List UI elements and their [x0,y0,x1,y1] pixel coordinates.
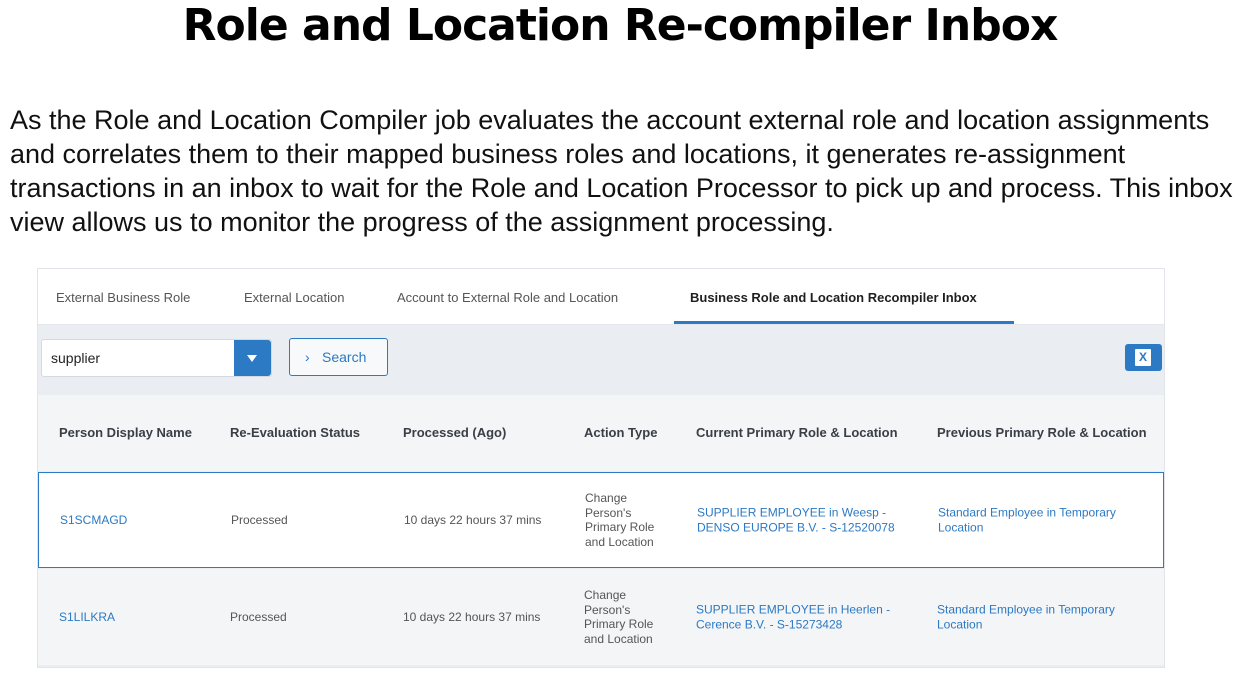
filter-dropdown-button[interactable] [234,340,271,376]
slide-description: As the Role and Location Compiler job ev… [10,105,1233,237]
previous-role-line: Standard Employee in Temporary [938,505,1116,520]
excel-export-icon: X [1135,349,1151,366]
current-role-link[interactable]: SUPPLIER EMPLOYEE in Weesp - DENSO EUROP… [697,506,895,535]
action-type-line: Person's [584,602,631,617]
action-type-line: Person's [585,505,632,520]
search-button[interactable]: › Search [289,338,388,376]
table-row[interactable]: S1LILKRA Processed 10 days 22 hours 37 m… [38,569,1164,665]
tab-external-location[interactable]: External Location [244,269,344,324]
previous-role-line: Location [938,520,984,534]
table-row[interactable]: S1SCMAGD Processed 10 days 22 hours 37 m… [38,472,1164,568]
status-cell: Processed [230,609,287,624]
person-link[interactable]: S1LILKRA [59,610,115,625]
tab-account-to-external-role-and-location[interactable]: Account to External Role and Location [397,269,618,324]
action-type-line: Change [584,588,627,602]
action-type-line: and Location [585,534,654,549]
column-header-status[interactable]: Re-Evaluation Status [230,395,360,471]
filter-select[interactable]: supplier [41,339,272,377]
previous-role-link[interactable]: Standard Employee in Temporary Location [937,603,1115,632]
current-role-line: SUPPLIER EMPLOYEE in Heerlen - [696,602,891,617]
current-role-line: SUPPLIER EMPLOYEE in Weesp - [697,505,887,520]
action-type-line: Change [585,491,628,505]
chevron-right-icon: › [305,349,310,365]
processed-ago-cell: 10 days 22 hours 37 mins [403,609,541,624]
current-role-line: DENSO EUROPE B.V. - S-12520078 [697,520,895,534]
column-header-current-role[interactable]: Current Primary Role & Location [696,395,898,471]
action-type-cell: Change Person's Primary Role and Locatio… [585,491,654,549]
processed-ago-cell: 10 days 22 hours 37 mins [404,512,542,527]
previous-role-line: Location [937,617,983,631]
current-role-link[interactable]: SUPPLIER EMPLOYEE in Heerlen - Cerence B… [696,603,890,632]
column-header-action-type[interactable]: Action Type [584,395,657,471]
column-header-person[interactable]: Person Display Name [59,395,192,471]
caret-down-icon [247,355,257,362]
active-tab-indicator [674,321,1014,324]
action-type-line: Primary Role [585,520,655,534]
column-header-previous-role[interactable]: Previous Primary Role & Location [937,395,1147,471]
export-excel-button[interactable]: X [1125,344,1162,371]
column-header-processed[interactable]: Processed (Ago) [403,395,506,471]
current-role-line: Cerence B.V. - S-15273428 [696,617,843,631]
action-type-line: and Location [584,631,653,646]
filter-select-value: supplier [51,350,101,366]
tab-recompiler-inbox[interactable]: Business Role and Location Recompiler In… [690,269,977,324]
status-cell: Processed [231,512,288,527]
previous-role-link[interactable]: Standard Employee in Temporary Location [938,506,1116,535]
tab-external-business-role[interactable]: External Business Role [56,269,190,324]
search-button-label: Search [322,349,367,365]
slide-title: Role and Location Re-compiler Inbox [182,0,1059,51]
action-type-cell: Change Person's Primary Role and Locatio… [584,588,653,646]
person-link[interactable]: S1SCMAGD [60,513,127,528]
table-header: Person Display Name Re-Evaluation Status… [38,395,1164,471]
app-panel: External Business Role External Location… [37,268,1165,668]
tab-bar: External Business Role External Location… [38,269,1164,325]
previous-role-line: Standard Employee in Temporary [937,602,1115,617]
action-type-line: Primary Role [584,617,654,631]
